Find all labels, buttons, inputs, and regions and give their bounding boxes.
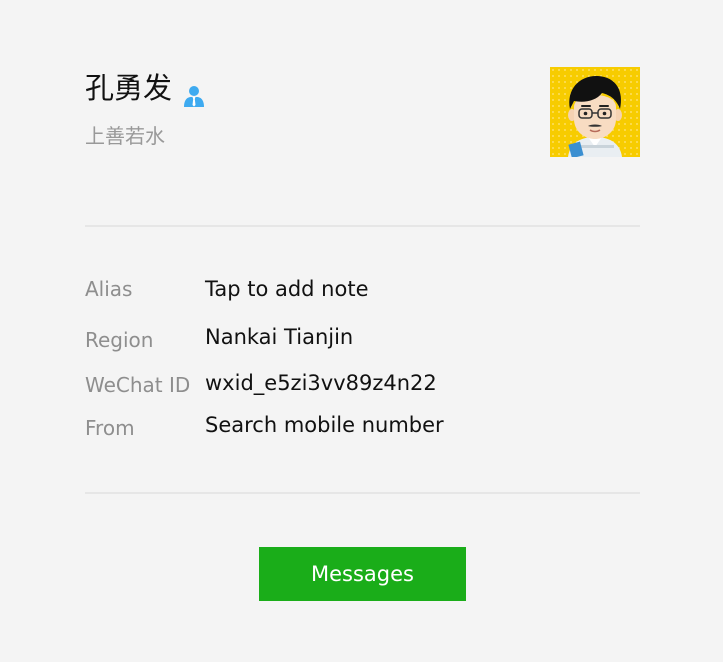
region-value: Nankai Tianjin — [205, 325, 354, 349]
top-divider — [85, 225, 640, 227]
bottom-divider — [85, 492, 640, 494]
male-user-icon — [182, 78, 206, 107]
alias-label: Alias — [85, 277, 133, 301]
contact-name: 孔勇发 — [85, 71, 173, 105]
wechat-id-value: wxid_e5zi3vv89z4n22 — [205, 371, 437, 395]
wechat-id-label: WeChat ID — [85, 373, 191, 397]
avatar[interactable] — [550, 67, 640, 157]
cartoon-avatar-icon — [550, 67, 640, 157]
from-value: Search mobile number — [205, 413, 444, 437]
alias-value[interactable]: Tap to add note — [205, 275, 369, 303]
contact-name-row: 孔勇发 — [85, 68, 206, 108]
region-label: Region — [85, 328, 154, 352]
messages-button[interactable]: Messages — [259, 547, 466, 601]
from-label: From — [85, 416, 135, 440]
contact-signature: 上善若水 — [85, 124, 165, 148]
